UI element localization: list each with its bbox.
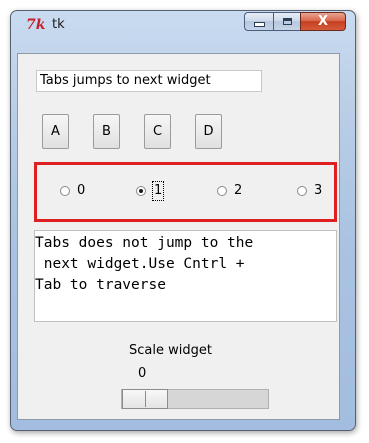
close-button[interactable]: X <box>300 12 346 31</box>
radio-option-1[interactable]: 1 <box>136 181 165 201</box>
radio-label: 2 <box>234 183 243 198</box>
button-b[interactable]: B <box>93 114 120 149</box>
scale-value: 0 <box>138 366 147 381</box>
text-entry[interactable]: Tabs jumps to next widget <box>36 70 262 92</box>
button-a[interactable]: A <box>42 114 69 149</box>
radio-label: 0 <box>77 183 86 198</box>
radio-indicator[interactable] <box>217 186 227 196</box>
scale-label: Scale widget <box>129 343 212 358</box>
maximize-button[interactable] <box>273 12 300 31</box>
minimize-icon <box>253 22 265 27</box>
minimize-button[interactable] <box>244 12 273 31</box>
radio-indicator[interactable] <box>297 186 307 196</box>
close-icon: X <box>317 14 329 29</box>
button-d[interactable]: D <box>195 114 222 149</box>
title-bar[interactable]: 7k tk X <box>11 11 355 39</box>
radio-option-2[interactable]: 2 <box>217 181 242 201</box>
scale-slider-handle[interactable] <box>122 389 168 409</box>
radio-group: 0 1 2 3 <box>34 162 337 222</box>
tk-feather-icon: 7k <box>26 17 46 33</box>
caption-buttons: X <box>244 12 346 33</box>
radio-option-3[interactable]: 3 <box>297 181 322 201</box>
radio-indicator-selected[interactable] <box>136 186 146 196</box>
radio-indicator[interactable] <box>60 186 70 196</box>
maximize-icon <box>282 18 292 25</box>
text-area[interactable]: Tabs does not jump to the next widget.Us… <box>34 230 337 322</box>
window-title: tk <box>52 17 65 32</box>
desktop-background: 7k tk X Tabs jumps to next widget A B C … <box>0 0 369 443</box>
button-c[interactable]: C <box>144 114 171 149</box>
scale-trough[interactable] <box>121 389 269 409</box>
radio-label: 1 <box>151 181 165 201</box>
window-client-area: Tabs jumps to next widget A B C D 0 1 2 … <box>17 53 340 420</box>
radio-option-0[interactable]: 0 <box>60 181 85 201</box>
radio-label: 3 <box>314 183 323 198</box>
